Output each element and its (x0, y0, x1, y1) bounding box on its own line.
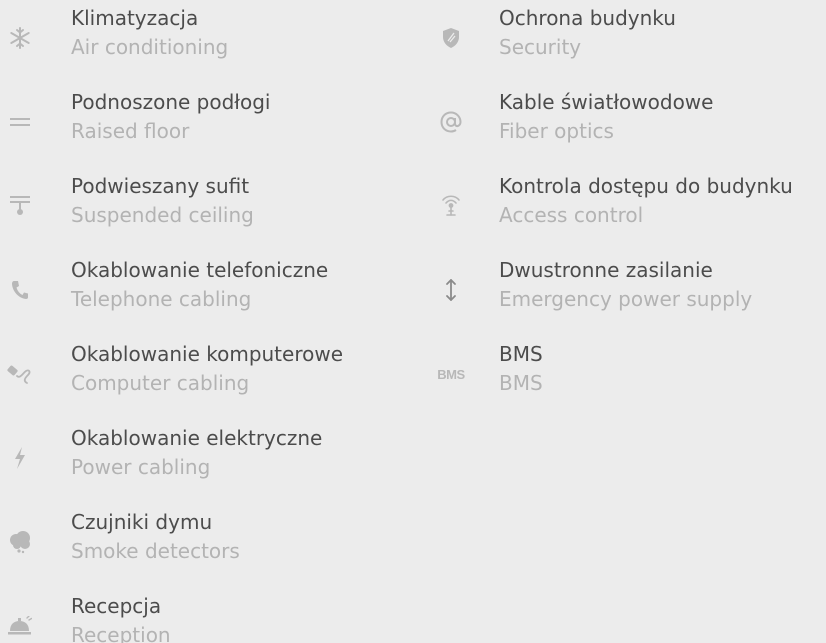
amenity-label-pl: BMS (499, 342, 543, 366)
amenity-label-pl: Czujniki dymu (71, 510, 213, 534)
antenna-icon (431, 190, 471, 222)
amenity-label-en: Security (499, 35, 582, 59)
amenity-label-pl: Podnoszone podłogi (71, 90, 271, 114)
snowflake-icon (0, 22, 40, 54)
amenity-label-en: Computer cabling (71, 371, 250, 395)
amenities-left-column: Klimatyzacja Air conditioning Podnoszone… (0, 0, 420, 643)
bms-icon-text: BMS (437, 366, 465, 382)
amenity-label-pl: Okablowanie telefoniczne (71, 258, 329, 282)
amenity-item-air-conditioning: Klimatyzacja Air conditioning (0, 0, 420, 84)
bms-icon: BMS (431, 358, 471, 390)
amenity-item-reception: Recepcja Reception (0, 588, 420, 643)
amenity-label-en: Reception (71, 623, 171, 643)
amenity-label-en: Power cabling (71, 455, 211, 479)
amenity-item-computer-cabling: Okablowanie komputerowe Computer cabling (0, 336, 420, 420)
amenity-label-en: Suspended ceiling (71, 203, 254, 227)
amenities-right-column: Ochrona budynku Security Kable światłowo… (428, 0, 826, 420)
amenity-label-en: Emergency power supply (499, 287, 753, 311)
amenity-label-pl: Dwustronne zasilanie (499, 258, 713, 282)
amenity-label-pl: Okablowanie komputerowe (71, 342, 344, 366)
amenities-page: Klimatyzacja Air conditioning Podnoszone… (0, 0, 826, 643)
amenity-item-smoke-detectors: Czujniki dymu Smoke detectors (0, 504, 420, 588)
amenity-label-pl: Recepcja (71, 594, 162, 618)
amenity-label-en: Fiber optics (499, 119, 614, 143)
suspended-ceiling-icon (0, 190, 40, 222)
amenity-label-pl: Kontrola dostępu do budynku (499, 174, 793, 198)
amenity-label-pl: Podwieszany sufit (71, 174, 250, 198)
telephone-icon (0, 274, 40, 306)
amenity-label-pl: Okablowanie elektryczne (71, 426, 323, 450)
amenity-item-fiber-optics: Kable światłowodowe Fiber optics (428, 84, 826, 168)
at-sign-icon (431, 106, 471, 138)
amenity-label-en: Smoke detectors (71, 539, 240, 563)
amenity-item-power-cabling: Okablowanie elektryczne Power cabling (0, 420, 420, 504)
amenity-item-emergency-power: Dwustronne zasilanie Emergency power sup… (428, 252, 826, 336)
amenity-item-access-control: Kontrola dostępu do budynku Access contr… (428, 168, 826, 252)
lightning-icon (0, 442, 40, 474)
computer-cable-icon (0, 358, 40, 390)
amenity-label-en: BMS (499, 371, 543, 395)
amenity-item-security: Ochrona budynku Security (428, 0, 826, 84)
shield-icon (431, 22, 471, 54)
double-arrow-icon (431, 274, 471, 306)
amenity-label-en: Air conditioning (71, 35, 229, 59)
smoke-detector-icon (0, 526, 40, 558)
amenity-label-pl: Ochrona budynku (499, 6, 676, 30)
amenity-item-suspended-ceiling: Podwieszany sufit Suspended ceiling (0, 168, 420, 252)
amenity-label-pl: Klimatyzacja (71, 6, 199, 30)
amenity-item-raised-floor: Podnoszone podłogi Raised floor (0, 84, 420, 168)
amenity-label-pl: Kable światłowodowe (499, 90, 714, 114)
amenity-label-en: Raised floor (71, 119, 190, 143)
raised-floor-icon (0, 106, 40, 138)
reception-bell-icon (0, 610, 40, 642)
amenity-label-en: Telephone cabling (71, 287, 252, 311)
amenity-item-bms: BMS BMS BMS (428, 336, 826, 420)
amenity-label-en: Access control (499, 203, 644, 227)
amenity-item-telephone-cabling: Okablowanie telefoniczne Telephone cabli… (0, 252, 420, 336)
